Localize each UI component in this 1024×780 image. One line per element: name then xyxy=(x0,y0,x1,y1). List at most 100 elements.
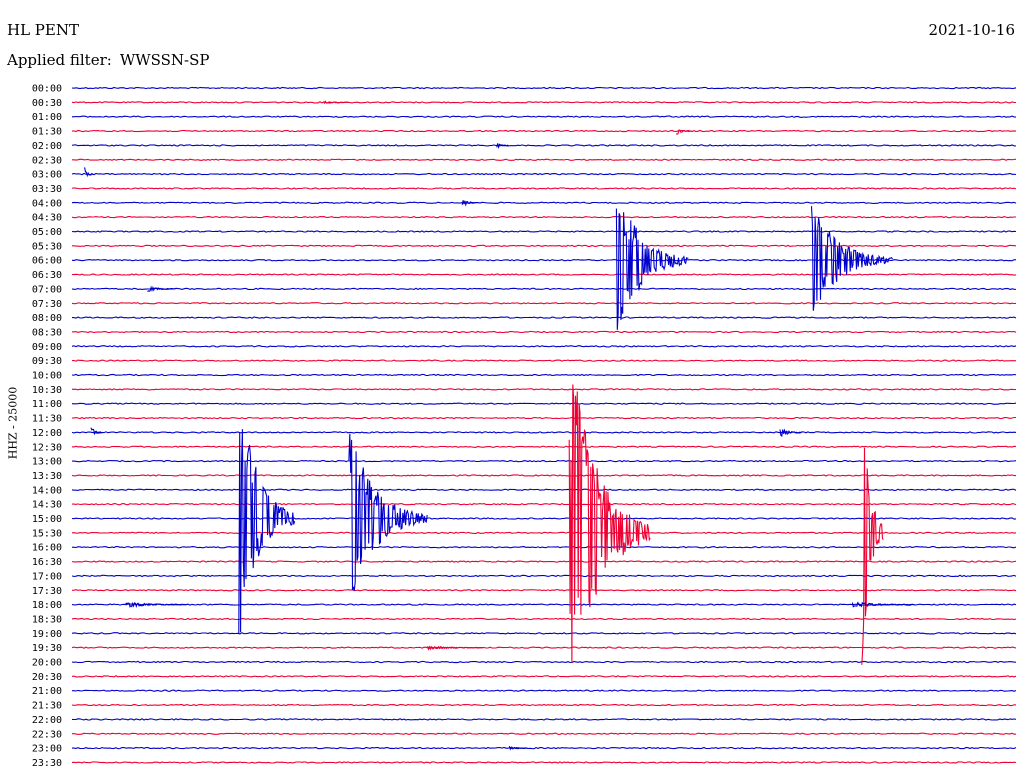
trace-row-0300 xyxy=(71,172,1017,176)
row-label-1300: 13:00 xyxy=(32,457,62,468)
trace-row-0730 xyxy=(71,302,1017,305)
trace-row-1600 xyxy=(71,545,1017,549)
trace-row-1630 xyxy=(71,560,1017,563)
trace-row-1400 xyxy=(71,488,1017,492)
trace-row-2030 xyxy=(71,675,1017,678)
trace-row-0100 xyxy=(71,115,1017,118)
trace-row-1930 xyxy=(71,646,1017,649)
time-label-layer: 00:00 00:30 01:00 01:30 02:00 02:30 03:00 03:30… xyxy=(32,84,62,769)
row-label-1330: 13:30 xyxy=(32,471,62,482)
trace-row-0230 xyxy=(72,158,1017,161)
row-label-1200: 12:00 xyxy=(32,428,62,439)
row-label-0130: 01:30 xyxy=(32,127,62,138)
trace-row-0500 xyxy=(71,230,1017,233)
trace-row-0130 xyxy=(71,129,1017,133)
trace-row-0700 xyxy=(71,287,1017,291)
trace-row-2000 xyxy=(71,660,1017,664)
row-label-0230: 02:30 xyxy=(32,155,62,166)
row-label-0800: 08:00 xyxy=(32,313,62,324)
row-label-0900: 09:00 xyxy=(32,342,62,353)
row-label-1600: 16:00 xyxy=(32,543,62,554)
row-label-0430: 04:30 xyxy=(32,213,62,224)
row-label-1030: 10:30 xyxy=(32,385,62,396)
trace-row-0900 xyxy=(71,345,1017,348)
row-label-1830: 18:30 xyxy=(32,614,62,625)
trace-row-0000 xyxy=(71,86,1017,90)
row-label-1800: 18:00 xyxy=(32,600,62,611)
row-label-2030: 20:30 xyxy=(32,672,62,683)
seismic-event-6 xyxy=(810,206,893,311)
row-label-0630: 06:30 xyxy=(32,270,62,281)
row-label-2100: 21:00 xyxy=(32,686,62,697)
row-label-2000: 20:00 xyxy=(32,658,62,669)
seismic-event-16 xyxy=(427,645,484,651)
row-label-1930: 19:30 xyxy=(32,643,62,654)
row-label-0330: 03:30 xyxy=(32,184,62,195)
seismic-event-4 xyxy=(461,200,478,207)
trace-row-1100 xyxy=(71,402,1017,405)
trace-row-1700 xyxy=(71,574,1017,578)
row-label-0000: 00:00 xyxy=(32,84,62,95)
trace-row-1330 xyxy=(71,474,1016,477)
row-label-1230: 12:30 xyxy=(32,442,62,453)
row-label-0930: 09:30 xyxy=(32,356,62,367)
trace-row-0330 xyxy=(71,187,1017,190)
row-label-0400: 04:00 xyxy=(32,198,62,209)
trace-row-1130 xyxy=(71,416,1016,420)
row-label-2200: 22:00 xyxy=(32,715,62,726)
trace-row-1030 xyxy=(71,388,1017,391)
trace-row-0930 xyxy=(71,359,1017,362)
row-label-1430: 14:30 xyxy=(32,500,62,511)
seismic-event-15 xyxy=(851,601,915,608)
row-label-2330: 23:30 xyxy=(32,758,62,769)
seismic-event-5 xyxy=(615,208,689,330)
seismic-event-7 xyxy=(147,285,176,293)
trace-row-1900 xyxy=(71,632,1017,635)
trace-row-2230 xyxy=(71,732,1016,735)
row-label-2230: 22:30 xyxy=(32,729,62,740)
seismic-event-10 xyxy=(238,429,296,635)
trace-row-1200 xyxy=(71,431,1017,434)
row-label-1100: 11:00 xyxy=(32,399,62,410)
trace-row-1300 xyxy=(72,459,1017,463)
row-label-1130: 11:30 xyxy=(32,414,62,425)
seismic-event-9 xyxy=(779,428,802,438)
trace-row-2130 xyxy=(71,703,1017,707)
event-layer xyxy=(84,100,915,751)
trace-row-2300 xyxy=(72,746,1017,750)
trace-row-0830 xyxy=(71,330,1017,334)
trace-row-2200 xyxy=(71,718,1017,721)
trace-row-2330 xyxy=(71,761,1017,764)
trace-row-0630 xyxy=(71,273,1017,276)
trace-row-1430 xyxy=(72,502,1017,506)
seismic-event-11 xyxy=(348,433,428,591)
helicorder-plot: 00:00 00:30 01:00 01:30 02:00 02:30 03:00 03:30… xyxy=(32,84,1017,769)
trace-row-0600 xyxy=(71,258,1017,262)
row-label-2130: 21:30 xyxy=(32,701,62,712)
row-label-0500: 05:00 xyxy=(32,227,62,238)
row-label-1700: 17:00 xyxy=(32,571,62,582)
row-label-1000: 10:00 xyxy=(32,371,62,382)
trace-row-2100 xyxy=(72,689,1017,692)
row-label-2300: 23:00 xyxy=(32,744,62,755)
row-label-0300: 03:00 xyxy=(32,170,62,181)
trace-row-0030 xyxy=(71,101,1017,104)
trace-row-1730 xyxy=(71,589,1017,592)
row-label-1400: 14:00 xyxy=(32,485,62,496)
seismic-event-2 xyxy=(496,143,509,150)
row-label-1500: 15:00 xyxy=(32,514,62,525)
row-label-0830: 08:30 xyxy=(32,327,62,338)
seismic-event-12 xyxy=(568,384,651,663)
row-label-1900: 19:00 xyxy=(32,629,62,640)
row-label-1630: 16:30 xyxy=(32,557,62,568)
row-label-1530: 15:30 xyxy=(32,528,62,539)
row-label-0200: 02:00 xyxy=(32,141,62,152)
trace-row-0200 xyxy=(71,144,1017,147)
row-label-0530: 05:30 xyxy=(32,241,62,252)
trace-layer xyxy=(71,86,1017,764)
row-label-0600: 06:00 xyxy=(32,256,62,267)
trace-row-0400 xyxy=(71,201,1017,205)
trace-row-0430 xyxy=(71,215,1016,219)
row-label-0700: 07:00 xyxy=(32,284,62,295)
trace-row-1830 xyxy=(71,617,1017,621)
